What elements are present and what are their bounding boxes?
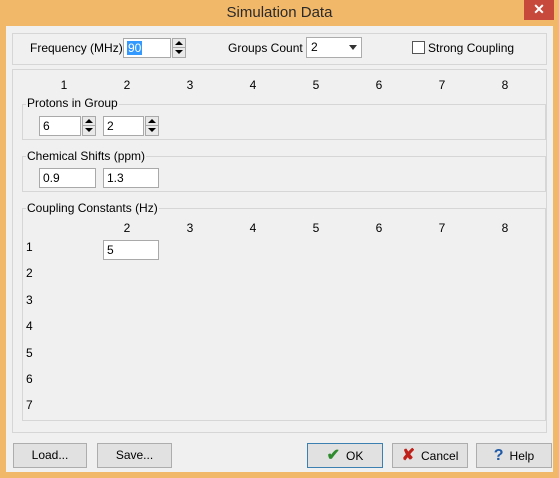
column-number: 1 <box>60 78 68 92</box>
help-button-label: Help <box>509 449 535 463</box>
column-number: 3 <box>186 78 194 92</box>
ok-button[interactable]: ✔ OK <box>307 443 383 468</box>
coupling-column-number: 8 <box>501 221 509 235</box>
coupling-row-number: 3 <box>26 293 33 307</box>
groups-count-value: 2 <box>311 40 318 54</box>
shift-input-2[interactable]: 1.3 <box>103 168 159 188</box>
title-bar[interactable]: Simulation Data ✕ <box>0 0 559 26</box>
question-icon: ? <box>493 447 504 464</box>
frequency-down-arrow-icon[interactable] <box>173 48 185 57</box>
protons-input-1[interactable]: 6 <box>39 116 81 136</box>
protons-stepper-2[interactable] <box>145 116 159 136</box>
shift-input-1[interactable]: 0.9 <box>39 168 96 188</box>
coupling-row-number: 2 <box>26 266 33 280</box>
simulation-data-window: Simulation Data ✕ Frequency (MHz) : 90 G… <box>0 0 559 478</box>
coupling-row-number: 7 <box>26 398 33 412</box>
coupling-row-number: 4 <box>26 319 33 333</box>
column-number: 6 <box>375 78 383 92</box>
coupling-column-number: 2 <box>123 221 131 235</box>
column-number: 2 <box>123 78 131 92</box>
groups-count-select[interactable]: 2 <box>306 37 362 58</box>
save-button[interactable]: Save... <box>97 443 172 468</box>
load-button[interactable]: Load... <box>13 443 87 468</box>
protons-input-2[interactable]: 2 <box>103 116 144 136</box>
frequency-up-arrow-icon[interactable] <box>173 39 185 48</box>
x-icon: ✘ <box>401 447 416 464</box>
coupling-column-number: 4 <box>249 221 257 235</box>
column-number: 8 <box>501 78 509 92</box>
up-arrow-icon[interactable] <box>83 117 95 126</box>
window-title: Simulation Data <box>226 4 333 21</box>
strong-coupling-label[interactable]: Strong Coupling <box>428 41 514 55</box>
down-arrow-icon[interactable] <box>83 126 95 135</box>
frequency-stepper[interactable] <box>172 38 186 58</box>
coupling-group <box>22 208 546 421</box>
frequency-input[interactable]: 90 <box>123 38 171 58</box>
help-button[interactable]: ? Help <box>476 443 552 468</box>
close-icon: ✕ <box>533 1 545 17</box>
cancel-button-label: Cancel <box>421 449 459 463</box>
close-button[interactable]: ✕ <box>524 0 554 20</box>
coupling-label: Coupling Constants (Hz) <box>26 201 159 215</box>
coupling-column-number: 3 <box>186 221 194 235</box>
save-button-label: Save... <box>115 448 154 462</box>
up-arrow-icon[interactable] <box>146 117 158 126</box>
groups-count-label: Groups Count : <box>228 41 310 55</box>
cancel-button[interactable]: ✘ Cancel <box>392 443 468 468</box>
column-number: 5 <box>312 78 320 92</box>
column-number: 7 <box>438 78 446 92</box>
protons-stepper-1[interactable] <box>82 116 96 136</box>
dialog-client-area: Frequency (MHz) : 90 Groups Count : 2 St… <box>6 26 553 472</box>
coupling-column-number: 5 <box>312 221 320 235</box>
coupling-column-number: 6 <box>375 221 383 235</box>
shifts-label: Chemical Shifts (ppm) <box>26 149 147 163</box>
strong-coupling-checkbox[interactable] <box>412 41 425 54</box>
chevron-down-icon <box>349 45 357 50</box>
coupling-column-number: 7 <box>438 221 446 235</box>
coupling-input-1-2[interactable]: 5 <box>103 240 159 260</box>
coupling-row-number: 1 <box>26 240 33 254</box>
down-arrow-icon[interactable] <box>146 126 158 135</box>
coupling-row-number: 6 <box>26 372 33 386</box>
check-icon: ✔ <box>326 447 341 464</box>
coupling-row-number: 5 <box>26 346 33 360</box>
protons-label: Protons in Group <box>26 96 119 110</box>
column-number: 4 <box>249 78 257 92</box>
frequency-label: Frequency (MHz) : <box>30 41 130 55</box>
ok-button-label: OK <box>346 449 364 463</box>
load-button-label: Load... <box>31 448 69 462</box>
